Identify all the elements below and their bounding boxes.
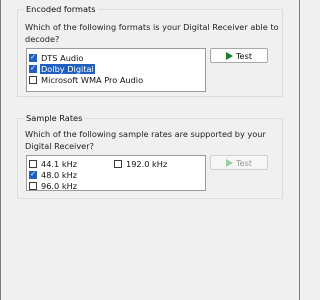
sample-test-button[interactable]: Test [210, 155, 268, 170]
sample-rates-description: Which of the following sample rates are … [25, 129, 266, 151]
encoded-formats-description: Which of the following formats is your D… [25, 22, 279, 44]
checkmark-icon: ✓ [30, 64, 36, 72]
rate-96-0-checkbox[interactable] [29, 181, 37, 190]
wma-checkbox[interactable] [29, 75, 37, 84]
encoded-test-label: Test [235, 50, 253, 61]
sample-rates-listbox[interactable]: 44.1 kHz ✓ 48.0 kHz 96.0 kHz 192.0 kHz [26, 155, 206, 191]
rate-192-0-checkbox[interactable] [114, 159, 122, 168]
encoded-formats-group: Encoded formats Which of the following f… [17, 3, 283, 97]
rate-item-44-1[interactable]: 44.1 kHz [29, 158, 78, 169]
rate-item-48-0[interactable]: ✓ 48.0 kHz [29, 169, 78, 180]
rate-label-48-0: 48.0 kHz [41, 169, 78, 180]
dolby-checkbox[interactable]: ✓ [29, 64, 37, 73]
checkmark-icon: ✓ [30, 170, 36, 178]
dts-checkbox[interactable]: ✓ [29, 53, 37, 62]
play-icon [225, 51, 233, 60]
rate-label-192-0: 192.0 kHz [126, 158, 168, 169]
rate-label-44-1: 44.1 kHz [41, 158, 78, 169]
encoded-formats-listbox[interactable]: ✓ DTS Audio ✓ Dolby Digital Microsoft WM… [26, 48, 206, 92]
format-label-dts: DTS Audio [41, 52, 84, 63]
format-label-dolby: Dolby Digital [40, 63, 95, 74]
checkmark-icon: ✓ [30, 53, 36, 61]
rate-item-96-0[interactable]: 96.0 kHz [29, 180, 78, 191]
rate-48-0-checkbox[interactable]: ✓ [29, 170, 37, 179]
sample-rates-group: Sample Rates Which of the following samp… [17, 112, 283, 199]
format-item-wma[interactable]: Microsoft WMA Pro Audio [29, 74, 144, 85]
rate-label-96-0: 96.0 kHz [41, 180, 78, 191]
sample-test-label: Test [235, 157, 253, 168]
format-item-dolby[interactable]: ✓ Dolby Digital [29, 63, 95, 74]
encoded-test-button[interactable]: Test [210, 48, 268, 63]
sample-rates-title: Sample Rates [24, 112, 85, 124]
encoded-formats-title: Encoded formats [24, 3, 98, 15]
rate-44-1-checkbox[interactable] [29, 159, 37, 168]
format-item-dts[interactable]: ✓ DTS Audio [29, 52, 84, 63]
format-label-wma: Microsoft WMA Pro Audio [41, 74, 144, 85]
play-icon [225, 158, 233, 167]
rate-item-192-0[interactable]: 192.0 kHz [114, 158, 168, 169]
